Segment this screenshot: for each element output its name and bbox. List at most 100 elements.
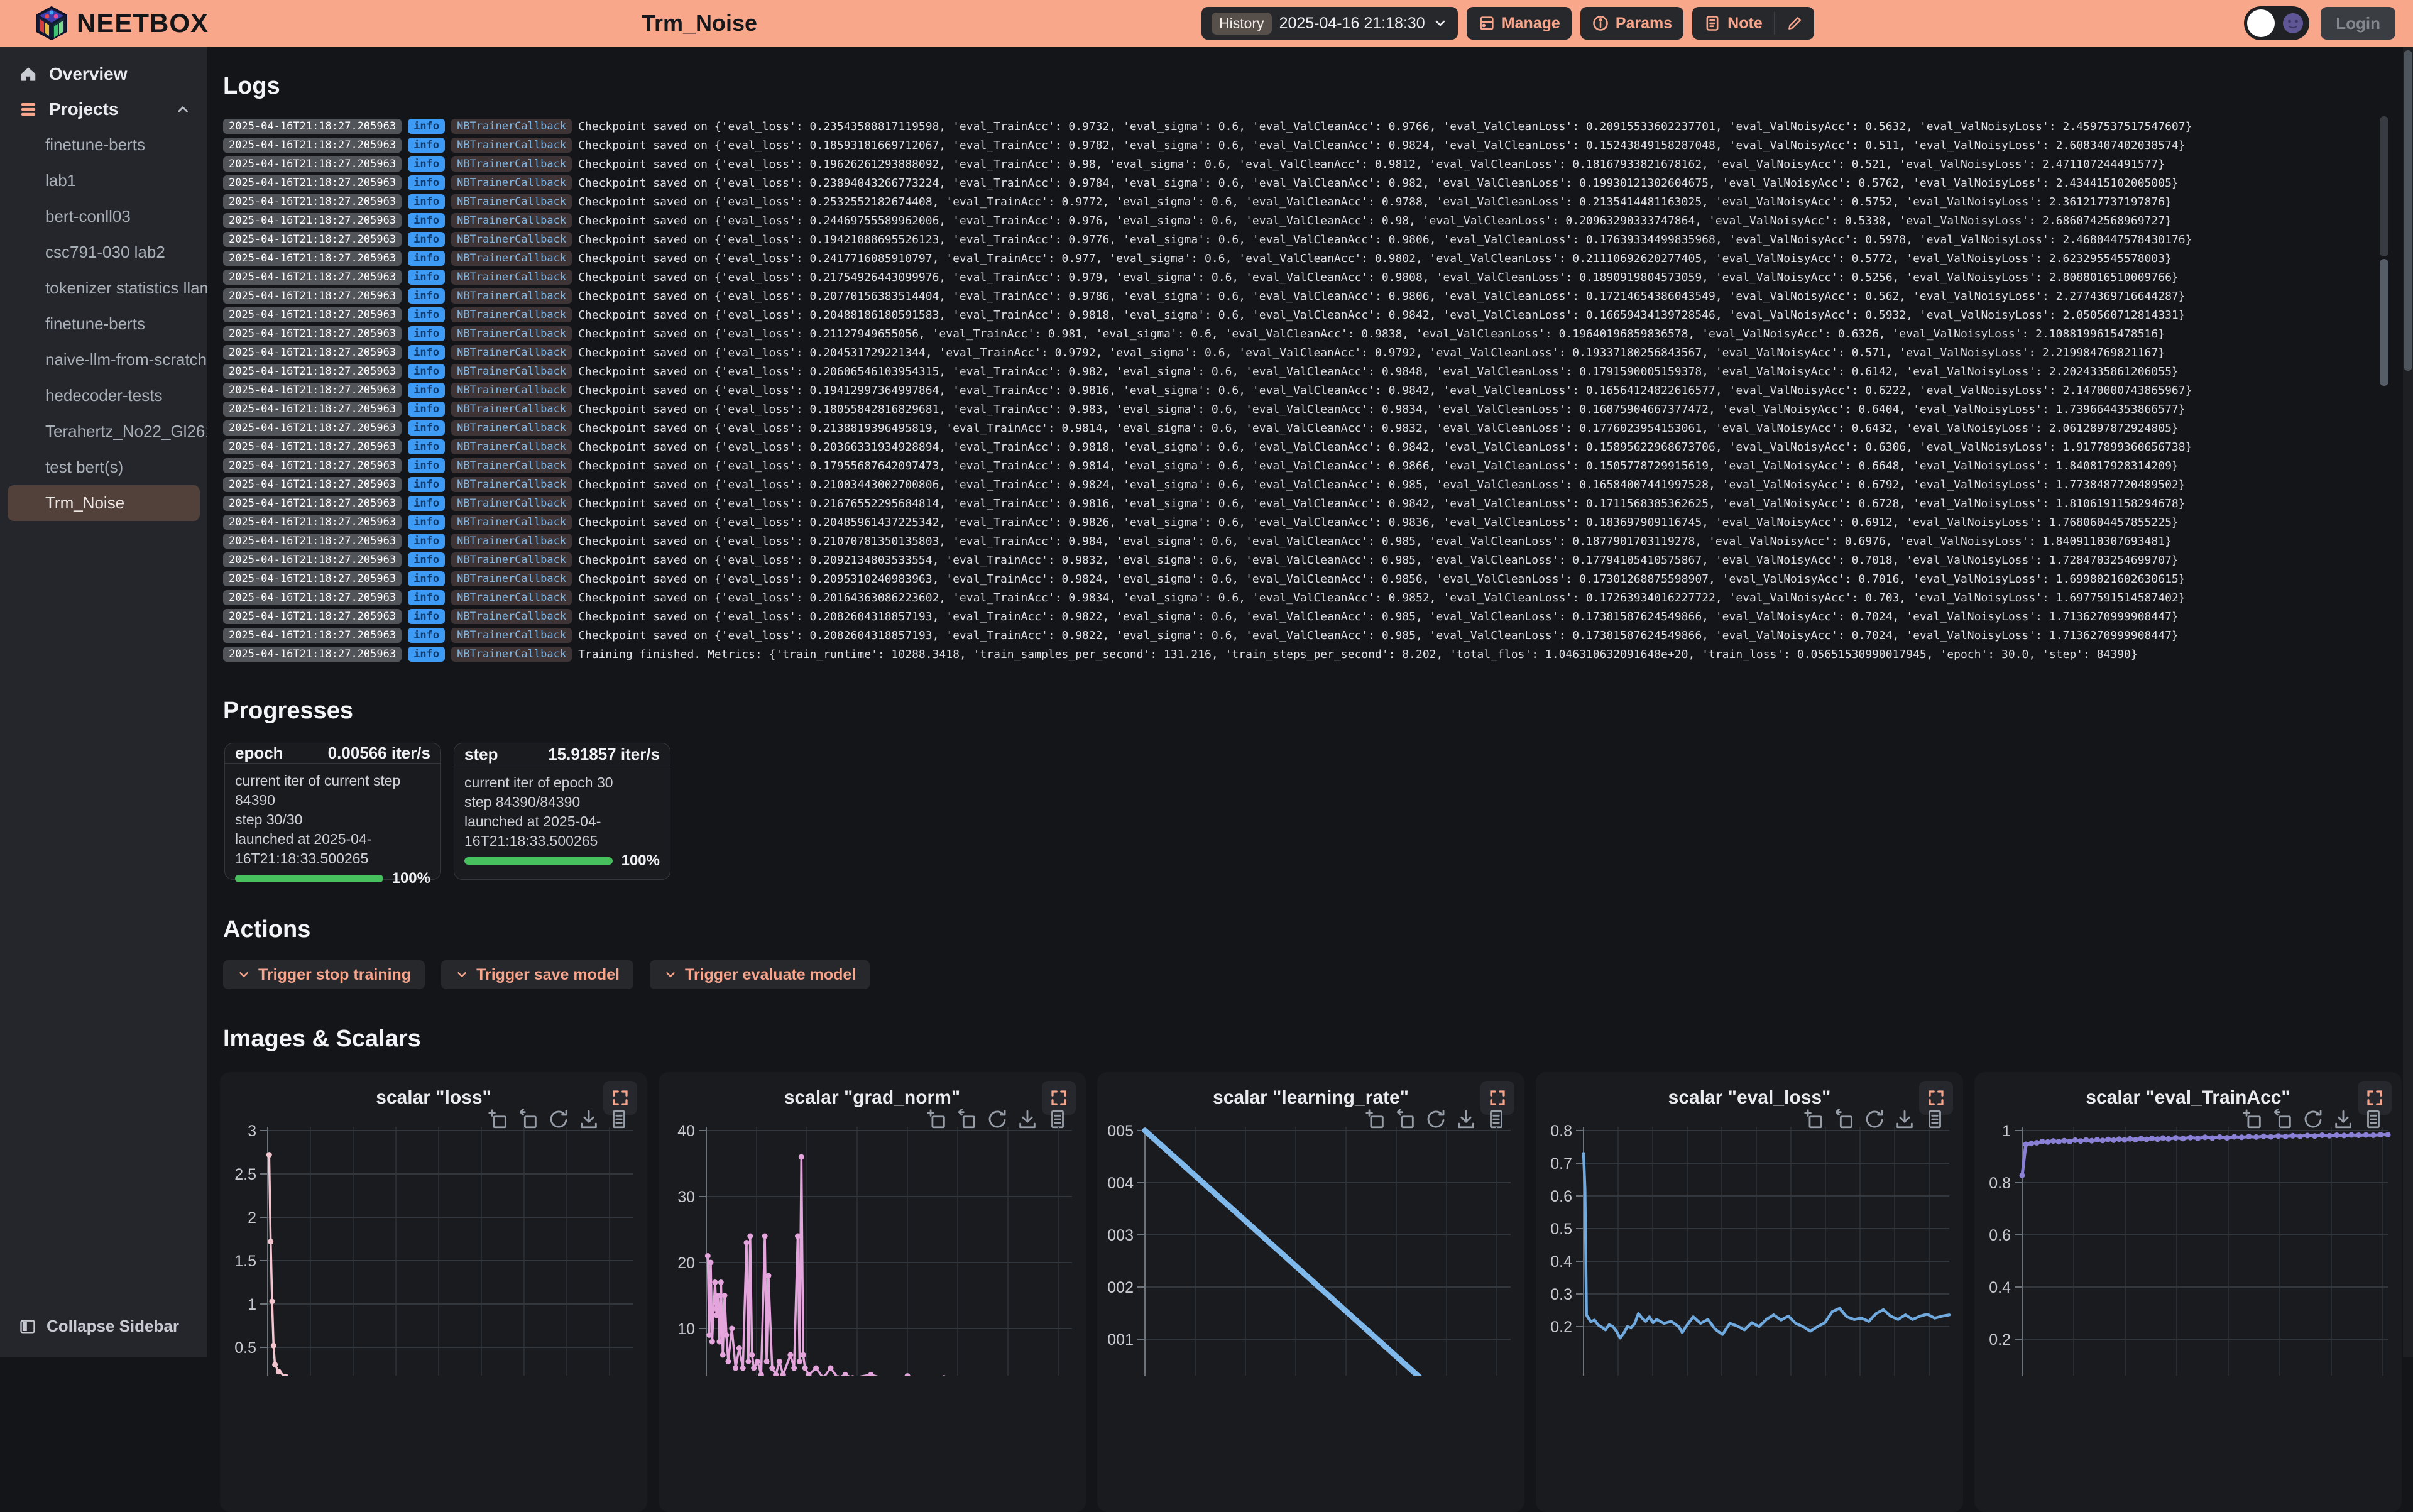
- log-message: Checkpoint saved on {'eval_loss': 0.2167…: [578, 497, 2186, 510]
- sidebar-project-item[interactable]: tokenizer statistics llama...: [0, 270, 207, 306]
- log-row: 2025-04-16T21:18:27.205963infoNBTrainerC…: [223, 287, 2380, 305]
- page-title: Trm_Noise: [642, 10, 757, 36]
- chart-plot: 10.80.60.40.2: [1982, 1124, 2397, 1376]
- log-source-badge: NBTrainerCallback: [451, 496, 572, 511]
- log-level-badge: info: [408, 496, 445, 511]
- sidebar-project-item[interactable]: naive-llm-from-scratch: [0, 342, 207, 378]
- progress-detail: step 84390/84390: [464, 792, 660, 812]
- log-timestamp-badge: 2025-04-16T21:18:27.205963: [223, 288, 402, 304]
- sidebar-item-projects[interactable]: Projects: [0, 92, 207, 127]
- collapse-sidebar-button[interactable]: Collapse Sidebar: [0, 1317, 179, 1336]
- sidebar-project-item[interactable]: Trm_Noise: [8, 485, 200, 521]
- log-timestamp-badge: 2025-04-16T21:18:27.205963: [223, 590, 402, 605]
- trigger-action-button[interactable]: Trigger save model: [441, 960, 633, 989]
- log-message: Checkpoint saved on {'eval_loss': 0.2048…: [578, 309, 2186, 322]
- trigger-action-button[interactable]: Trigger stop training: [223, 960, 425, 989]
- sidebar-project-item[interactable]: csc791-030 lab2: [0, 234, 207, 270]
- progress-card-header: step15.91857 iter/s: [454, 743, 670, 765]
- sidebar-project-item[interactable]: lab1: [0, 163, 207, 199]
- log-level-badge: info: [408, 571, 445, 586]
- sidebar-project-item[interactable]: finetune-berts: [0, 306, 207, 342]
- log-level-badge: info: [408, 647, 445, 662]
- log-row: 2025-04-16T21:18:27.205963infoNBTrainerC…: [223, 569, 2380, 588]
- sidebar-project-item[interactable]: hedecoder-tests: [0, 378, 207, 414]
- log-timestamp-badge: 2025-04-16T21:18:27.205963: [223, 609, 402, 624]
- chevron-down-icon: [237, 968, 251, 982]
- chart-plot: 005004003002001: [1105, 1124, 1519, 1376]
- log-row: 2025-04-16T21:18:27.205963infoNBTrainerC…: [223, 626, 2380, 645]
- log-level-badge: info: [408, 213, 445, 228]
- project-list: finetune-bertslab1bert-conll03csc791-030…: [0, 127, 207, 521]
- logs-scrollbar-thumb[interactable]: [2380, 259, 2388, 386]
- log-message: Checkpoint saved on {'eval_loss': 0.2107…: [578, 535, 2172, 548]
- log-timestamp-badge: 2025-04-16T21:18:27.205963: [223, 552, 402, 567]
- log-timestamp-badge: 2025-04-16T21:18:27.205963: [223, 628, 402, 643]
- y-tick-label: 0.6: [1989, 1227, 2011, 1244]
- log-level-badge: info: [408, 383, 445, 398]
- actions-section-title: Actions: [223, 915, 2413, 944]
- log-level-badge: info: [408, 628, 445, 643]
- log-source-badge: NBTrainerCallback: [451, 515, 572, 530]
- params-button[interactable]: Params: [1580, 7, 1683, 40]
- log-row: 2025-04-16T21:18:27.205963infoNBTrainerC…: [223, 494, 2380, 513]
- log-level-badge: info: [408, 345, 445, 360]
- y-tick-label: 0.6: [1550, 1188, 1572, 1205]
- action-label: Trigger evaluate model: [685, 966, 856, 984]
- progress-bar-track: [464, 857, 613, 865]
- edit-note-button[interactable]: [1775, 7, 1814, 40]
- log-level-badge: info: [408, 138, 445, 153]
- log-source-badge: NBTrainerCallback: [451, 326, 572, 341]
- log-row: 2025-04-16T21:18:27.205963infoNBTrainerC…: [223, 305, 2380, 324]
- progress-rate: 0.00566 iter/s: [328, 743, 430, 763]
- log-timestamp-badge: 2025-04-16T21:18:27.205963: [223, 307, 402, 322]
- trigger-action-button[interactable]: Trigger evaluate model: [650, 960, 870, 989]
- manage-button[interactable]: Manage: [1467, 7, 1572, 40]
- history-value: 2025-04-16 21:18:30: [1279, 14, 1425, 33]
- y-tick-label: 40: [677, 1124, 695, 1140]
- log-message: Checkpoint saved on {'eval_loss': 0.2082…: [578, 610, 2179, 623]
- chart-title: scalar "learning_rate": [1097, 1087, 1524, 1109]
- chevron-down-icon: [455, 968, 469, 982]
- log-row: 2025-04-16T21:18:27.205963infoNBTrainerC…: [223, 173, 2380, 192]
- log-timestamp-badge: 2025-04-16T21:18:27.205963: [223, 345, 402, 360]
- brand: NEETBOX: [35, 6, 209, 41]
- log-source-badge: NBTrainerCallback: [451, 552, 572, 567]
- sidebar-project-item[interactable]: Terahertz_No22_Gl261_gl...: [0, 414, 207, 449]
- progress-detail: current iter of current step 84390: [235, 771, 430, 810]
- chevron-down-icon: [1433, 16, 1448, 31]
- theme-toggle[interactable]: [2244, 6, 2309, 40]
- log-source-badge: NBTrainerCallback: [451, 402, 572, 417]
- logs-scrollbar-track[interactable]: [2380, 116, 2388, 256]
- sidebar-project-item[interactable]: test bert(s): [0, 449, 207, 485]
- login-button[interactable]: Login: [2321, 7, 2395, 40]
- note-button-group: Note: [1692, 7, 1814, 40]
- sidebar-project-item[interactable]: bert-conll03: [0, 199, 207, 234]
- history-select[interactable]: History 2025-04-16 21:18:30: [1201, 7, 1458, 40]
- page-scrollbar-thumb[interactable]: [2404, 50, 2412, 371]
- manage-icon: [1478, 14, 1496, 32]
- note-button[interactable]: Note: [1692, 7, 1774, 40]
- log-message: Checkpoint saved on {'eval_loss': 0.2446…: [578, 214, 2172, 227]
- log-timestamp-badge: 2025-04-16T21:18:27.205963: [223, 175, 402, 190]
- log-row: 2025-04-16T21:18:27.205963infoNBTrainerC…: [223, 155, 2380, 173]
- info-icon: [1592, 14, 1609, 32]
- progress-card-body: current iter of current step 84390step 3…: [225, 764, 440, 897]
- y-tick-label: 0.8: [1989, 1175, 2011, 1192]
- log-message: Checkpoint saved on {'eval_loss': 0.2389…: [578, 177, 2179, 190]
- log-message: Checkpoint saved on {'eval_loss': 0.2417…: [578, 252, 2172, 265]
- log-timestamp-badge: 2025-04-16T21:18:27.205963: [223, 571, 402, 586]
- log-message: Checkpoint saved on {'eval_loss': 0.1805…: [578, 403, 2186, 416]
- sidebar-item-overview[interactable]: Overview: [0, 57, 207, 92]
- toggle-knob: [2247, 9, 2275, 37]
- log-row: 2025-04-16T21:18:27.205963infoNBTrainerC…: [223, 532, 2380, 551]
- y-tick-label: 10: [677, 1320, 695, 1338]
- log-source-badge: NBTrainerCallback: [451, 213, 572, 228]
- chart-card: scalar "grad_norm"40302010: [659, 1072, 1086, 1512]
- log-level-badge: info: [408, 156, 445, 172]
- progress-card-body: current iter of epoch 30step 84390/84390…: [454, 765, 670, 879]
- log-timestamp-badge: 2025-04-16T21:18:27.205963: [223, 326, 402, 341]
- log-source-badge: NBTrainerCallback: [451, 232, 572, 247]
- y-tick-label: 002: [1107, 1279, 1134, 1296]
- log-timestamp-badge: 2025-04-16T21:18:27.205963: [223, 420, 402, 436]
- sidebar-project-item[interactable]: finetune-berts: [0, 127, 207, 163]
